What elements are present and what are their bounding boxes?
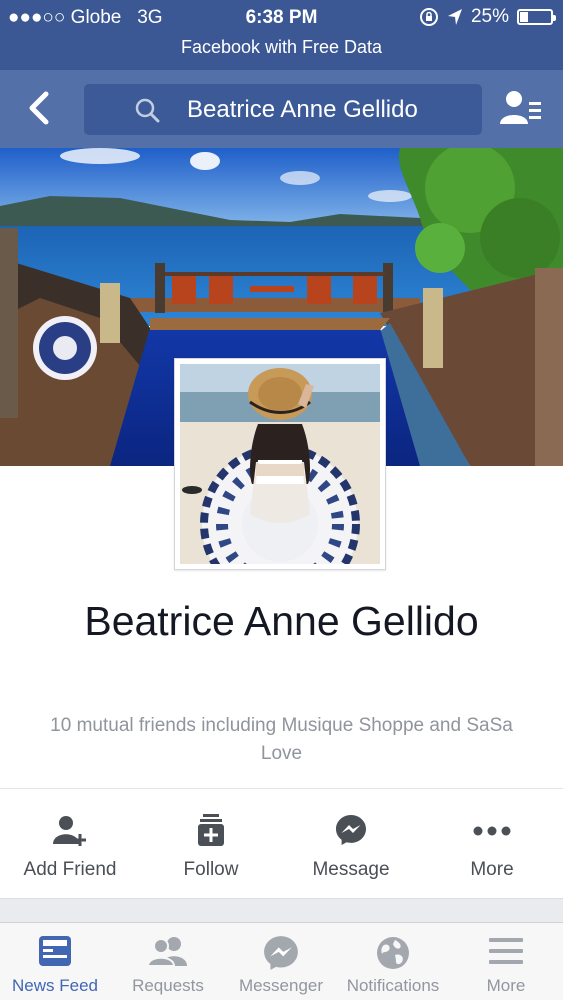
follow-label: Follow — [183, 859, 239, 880]
profile-name: Beatrice Anne Gellido — [84, 598, 479, 644]
tab-notifications[interactable]: Notifications — [338, 923, 448, 1001]
profile-actions: Add Friend Follow Message More — [0, 790, 563, 898]
search-bar[interactable]: Beatrice Anne Gellido — [84, 84, 482, 135]
search-icon — [135, 98, 160, 123]
follow-button[interactable]: Follow — [141, 790, 281, 898]
location-arrow-icon — [447, 9, 462, 25]
add-friend-icon — [53, 816, 86, 846]
message-button[interactable]: Message — [281, 790, 421, 898]
messenger-tab-icon — [264, 936, 298, 970]
messenger-icon — [336, 815, 366, 845]
tab-messenger[interactable]: Messenger — [226, 923, 336, 1001]
section-separator — [0, 898, 563, 922]
free-data-banner: Facebook with Free Data — [0, 35, 563, 70]
battery-fill — [520, 12, 528, 22]
back-chevron-icon[interactable] — [20, 88, 60, 128]
tab-more[interactable]: More — [451, 923, 561, 1001]
more-actions-label: More — [470, 859, 514, 880]
tab-requests-label: Requests — [132, 976, 204, 995]
tab-messenger-label: Messenger — [238, 976, 324, 995]
nav-bar: Beatrice Anne Gellido — [0, 70, 563, 148]
add-friend-label: Add Friend — [23, 859, 117, 880]
battery-percent: 25% — [470, 6, 509, 27]
status-bar: ●●●○○ Globe 3G 6:38 PM 25% — [0, 0, 563, 35]
friends-list-icon[interactable] — [499, 88, 543, 128]
search-text: Beatrice Anne Gellido — [187, 96, 418, 123]
tab-bar: News Feed Requests Messenger Notificatio… — [0, 922, 563, 1000]
divider — [0, 788, 563, 789]
follow-icon — [198, 814, 224, 846]
tab-notifications-label: Notifications — [346, 976, 440, 995]
profile-picture[interactable] — [174, 358, 386, 570]
requests-icon — [148, 937, 187, 967]
menu-icon — [489, 938, 523, 964]
tab-news-feed[interactable]: News Feed — [0, 923, 110, 1001]
mutual-friends-text[interactable]: 10 mutual friends including Musique Shop… — [40, 712, 523, 768]
message-label: Message — [312, 859, 390, 880]
more-actions-button[interactable]: More — [422, 790, 562, 898]
tab-more-label: More — [486, 976, 526, 995]
status-right: 25% — [419, 6, 556, 28]
news-feed-icon — [39, 936, 71, 966]
globe-icon — [377, 937, 409, 969]
tab-news-feed-label: News Feed — [12, 976, 98, 995]
more-dots-icon — [473, 826, 511, 836]
tab-requests[interactable]: Requests — [113, 923, 223, 1001]
battery-icon — [517, 9, 556, 25]
add-friend-button[interactable]: Add Friend — [0, 790, 140, 898]
orientation-lock-icon — [419, 8, 438, 26]
profile-picture-image — [180, 364, 380, 564]
